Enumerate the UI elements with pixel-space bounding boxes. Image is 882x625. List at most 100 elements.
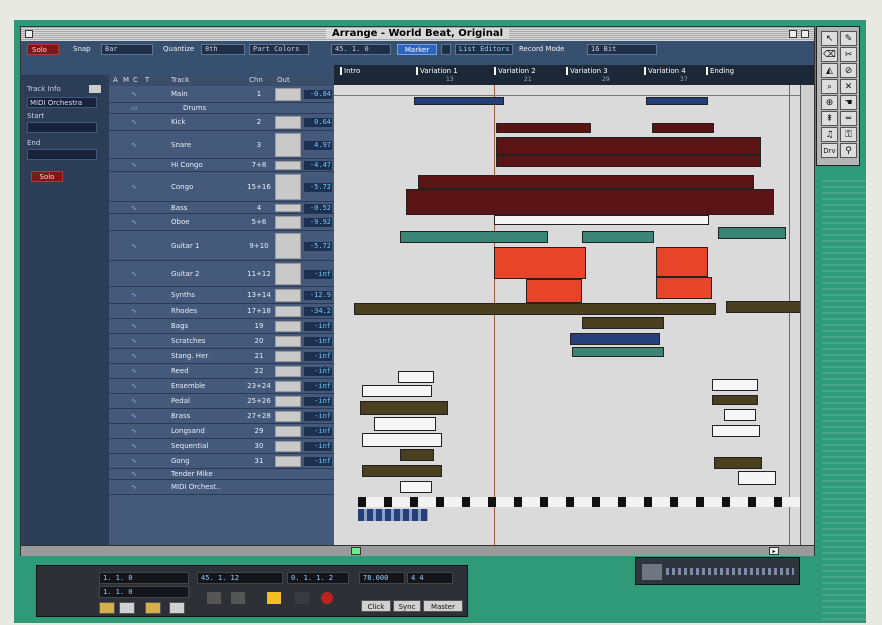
track-output-value[interactable]: -34.2	[304, 307, 332, 316]
track-output-value[interactable]: -inf	[304, 412, 332, 421]
track-output-meter[interactable]	[275, 306, 301, 317]
track-name[interactable]: Bags	[171, 319, 188, 333]
part-sequential[interactable]	[362, 465, 442, 477]
track-output-meter[interactable]	[275, 174, 301, 200]
arrow-icon[interactable]: ↖	[821, 31, 838, 46]
track-channel[interactable]: 1	[245, 90, 273, 98]
track-channel[interactable]: 2	[245, 118, 273, 126]
track-output-value[interactable]: -inf	[304, 337, 332, 346]
autoquantize-button[interactable]	[169, 602, 185, 614]
cycle-button[interactable]	[99, 602, 115, 614]
track-output-value[interactable]: -inf	[304, 442, 332, 451]
track-channel[interactable]: 31	[245, 457, 273, 465]
mini-thumb[interactable]	[642, 564, 662, 580]
delete-icon[interactable]: ✕	[840, 79, 857, 94]
pencil-icon[interactable]: ✎	[840, 31, 857, 46]
marker-variation-2[interactable]: Variation 2	[494, 67, 536, 75]
track-output-meter[interactable]	[275, 161, 301, 170]
track-row[interactable]: ∿ Rhodes 17+18 -34.2	[109, 304, 334, 319]
hand-icon[interactable]: ☚	[840, 95, 857, 110]
track-name[interactable]: Stang. Her	[171, 349, 208, 363]
part-stang[interactable]	[712, 379, 758, 391]
track-name[interactable]: Pedal	[171, 394, 190, 408]
track-name[interactable]: Synths	[171, 287, 195, 303]
track-output-meter[interactable]	[275, 381, 301, 392]
track-output-value[interactable]: -5.72	[304, 182, 332, 192]
track-output-meter[interactable]	[275, 216, 301, 229]
track-output-meter[interactable]	[275, 233, 301, 259]
track-channel[interactable]: 9+10	[245, 242, 273, 250]
track-output-meter[interactable]	[275, 88, 301, 101]
track-output-meter[interactable]	[275, 263, 301, 285]
track-name[interactable]: Scratches	[171, 334, 205, 348]
part-sequential[interactable]	[738, 471, 776, 485]
track-output-value[interactable]: -inf	[304, 269, 332, 279]
scissors-icon[interactable]: ✂	[840, 47, 857, 62]
track-row[interactable]: ∿ Longsand 29 -inf	[109, 424, 334, 439]
track-row[interactable]: ∿ Stang. Her 21 -inf	[109, 349, 334, 364]
track-channel[interactable]: 17+18	[245, 307, 273, 315]
record-icon[interactable]	[321, 592, 333, 604]
track-row[interactable]: ∿ Reed 22 -inf	[109, 364, 334, 379]
track-output-value[interactable]: -inf	[304, 367, 332, 376]
marker-variation-4[interactable]: Variation 4	[644, 67, 686, 75]
track-name[interactable]: Guitar 2	[171, 261, 199, 286]
song-position-display[interactable]: 45. 1. 12	[197, 572, 283, 584]
note-icon[interactable]: ♫	[821, 127, 838, 142]
marker-icon[interactable]: ⇞	[821, 111, 838, 126]
track-name[interactable]: Reed	[171, 364, 189, 378]
track-name[interactable]: Brass	[171, 409, 190, 423]
punch-out-button[interactable]	[145, 602, 161, 614]
track-output-value[interactable]: -9.92	[304, 218, 332, 227]
part-kick[interactable]	[652, 123, 714, 133]
part-colors-select[interactable]: Part Colors	[249, 44, 309, 55]
part-gong[interactable]	[400, 481, 432, 493]
part-ensemble[interactable]	[712, 395, 758, 405]
track-output-meter[interactable]	[275, 351, 301, 362]
track-output-value[interactable]: 0.64	[304, 118, 332, 127]
track-row[interactable]: ∿ Congo 15+16 -5.72	[109, 172, 334, 202]
track-row[interactable]: ∿ Scratches 20 -inf	[109, 334, 334, 349]
line-icon[interactable]: ═	[840, 111, 857, 126]
track-channel[interactable]: 3	[245, 141, 273, 149]
track-channel[interactable]: 20	[245, 337, 273, 345]
forward-icon[interactable]	[231, 592, 245, 604]
track-row[interactable]: ∿ Gong 31 -inf	[109, 454, 334, 469]
horizontal-scrollbar[interactable]: ▸	[21, 545, 814, 556]
part-pedal[interactable]	[374, 417, 436, 431]
record-mode-select[interactable]: 16 Bit	[587, 44, 657, 55]
track-name[interactable]: Rhodes	[171, 304, 197, 318]
part-oboe[interactable]	[400, 231, 548, 243]
magnify-icon[interactable]: ⌕	[821, 79, 838, 94]
part-main-1[interactable]	[414, 97, 504, 105]
track-channel[interactable]: 25+26	[245, 397, 273, 405]
track-channel[interactable]: 27+28	[245, 412, 273, 420]
audition-icon[interactable]: ⚲	[840, 143, 857, 158]
track-channel[interactable]: 5+6	[245, 218, 273, 226]
marker-dropdown[interactable]	[441, 44, 451, 55]
track-output-value[interactable]: -inf	[304, 322, 332, 331]
signature-display[interactable]: 4 4	[407, 572, 453, 584]
track-name[interactable]: Drums	[183, 103, 206, 113]
right-locator-display[interactable]: 1. 1. 0	[99, 586, 189, 598]
solo-button[interactable]: Solo	[27, 44, 59, 55]
track-output-value[interactable]: -inf	[304, 457, 332, 466]
instrument-field[interactable]: MIDI Orchestra	[27, 97, 97, 108]
part-reed[interactable]	[362, 385, 432, 397]
track-name[interactable]: Ensemble	[171, 379, 205, 393]
quantize-select[interactable]: 8th	[201, 44, 245, 55]
part-brass[interactable]	[712, 425, 760, 437]
track-row[interactable]: ∿ Hi Congo 7+8 -4.47	[109, 159, 334, 172]
position-display[interactable]: 45. 1. 0	[331, 44, 391, 55]
track-output-meter[interactable]	[275, 336, 301, 347]
part-longsand[interactable]	[400, 449, 434, 461]
track-channel[interactable]: 29	[245, 427, 273, 435]
track-row[interactable]: ∿ Tender Mike	[109, 469, 334, 480]
part-snare[interactable]	[496, 155, 761, 167]
master-button[interactable]: Master	[423, 600, 463, 612]
list-editors-select[interactable]: List Editors	[455, 44, 513, 55]
mute-icon[interactable]: ⊘	[840, 63, 857, 78]
track-name[interactable]: Bass	[171, 202, 187, 213]
track-row[interactable]: ∿ Ensemble 23+24 -inf	[109, 379, 334, 394]
track-output-value[interactable]: -inf	[304, 382, 332, 391]
